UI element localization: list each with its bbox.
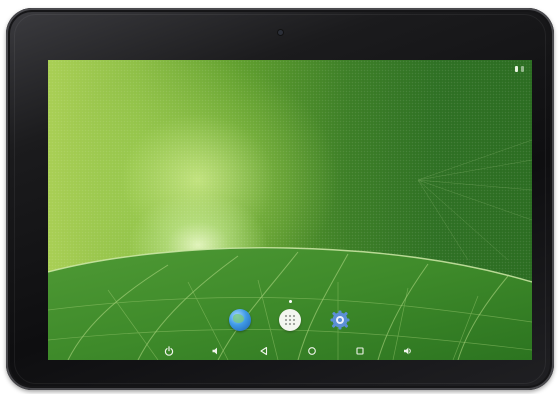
recents-icon[interactable]: [355, 346, 365, 356]
home-dock: [48, 300, 532, 336]
navigation-bar: [48, 342, 532, 360]
signal-icon: [521, 66, 524, 72]
volume-up-icon[interactable]: [403, 346, 413, 356]
app-drawer-icon[interactable]: [279, 309, 301, 331]
volume-down-icon[interactable]: [211, 346, 221, 356]
back-icon[interactable]: [259, 346, 269, 356]
app-grid-glyph: [285, 315, 295, 325]
home-screen: [48, 60, 532, 360]
settings-icon[interactable]: [329, 309, 351, 331]
home-icon[interactable]: [307, 346, 317, 356]
battery-icon: [515, 66, 518, 72]
front-camera: [278, 30, 283, 35]
product-scene: [0, 0, 560, 394]
page-indicator-dot: [289, 300, 292, 303]
power-icon[interactable]: [164, 346, 174, 356]
status-bar: [515, 64, 524, 74]
browser-icon[interactable]: [229, 309, 251, 331]
tablet-device: [6, 8, 554, 390]
